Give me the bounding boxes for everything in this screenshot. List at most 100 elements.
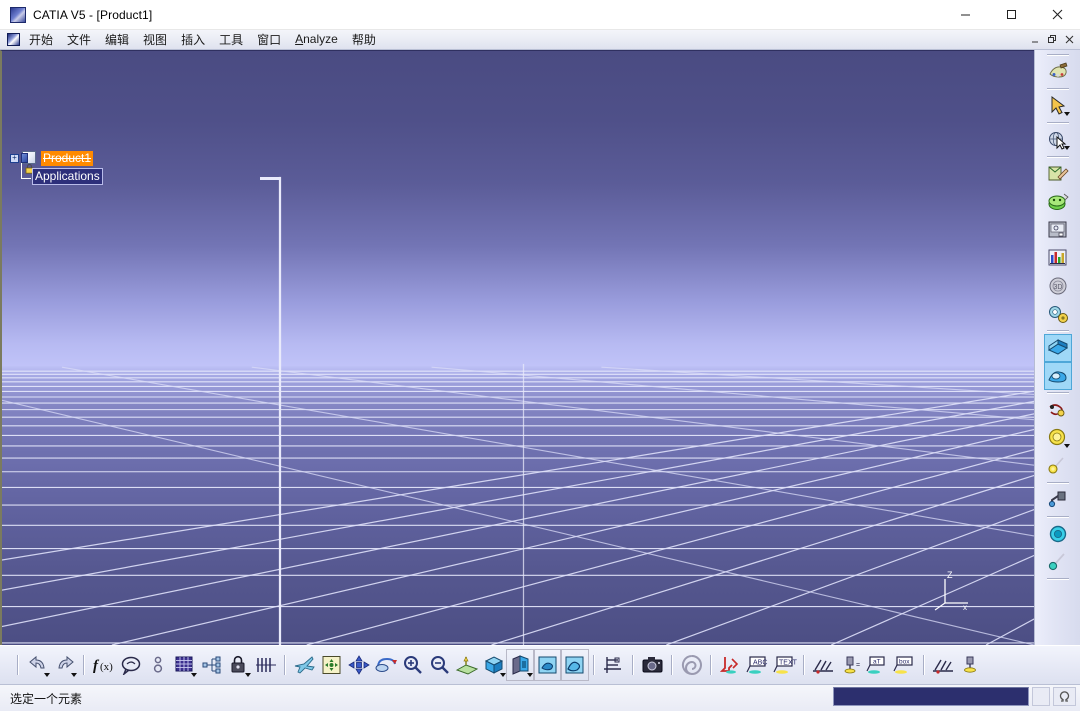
title-bar: CATIA V5 - [Product1]	[0, 0, 1080, 30]
fit-all-in-button[interactable]	[318, 650, 345, 680]
mdi-restore-button[interactable]	[1044, 31, 1061, 48]
fly-mode-button[interactable]	[291, 650, 318, 680]
toolbar-separator	[1046, 122, 1069, 124]
swap-visible-space-button[interactable]	[639, 650, 666, 680]
line-icon[interactable]	[1045, 549, 1071, 575]
zoom-in-button[interactable]	[399, 650, 426, 680]
minimize-button[interactable]	[942, 0, 988, 29]
chevron-down-icon[interactable]	[1063, 146, 1070, 150]
undo-button[interactable]	[24, 650, 51, 680]
toolbar-separator	[284, 655, 286, 675]
catalog-browser-button[interactable]	[810, 650, 837, 680]
menu-help[interactable]: 帮助	[345, 30, 383, 50]
toolbar-separator	[923, 655, 925, 675]
mdi-minimize-button[interactable]	[1027, 31, 1044, 48]
right-toolbar: 3D	[1034, 50, 1080, 645]
analysis-tools-button[interactable]	[930, 650, 957, 680]
shading-with-edges-icon[interactable]	[1043, 334, 1072, 362]
power-input-button[interactable]: =	[837, 650, 864, 680]
select-arrow-icon[interactable]	[1045, 93, 1071, 119]
apply-scene-button[interactable]	[678, 650, 705, 680]
maximize-button[interactable]	[988, 0, 1034, 29]
part-design-icon[interactable]	[1045, 189, 1071, 215]
formula-button[interactable]: f (x)	[90, 650, 117, 680]
measure-between-icon[interactable]	[1045, 397, 1071, 423]
lock-button[interactable]	[225, 650, 252, 680]
zoom-out-button[interactable]	[426, 650, 453, 680]
chevron-down-icon[interactable]	[245, 673, 251, 677]
chevron-down-icon[interactable]	[500, 673, 506, 677]
catia-start-icon[interactable]	[7, 33, 20, 46]
rotate-button[interactable]	[372, 650, 399, 680]
chevron-down-icon[interactable]	[1063, 444, 1070, 448]
flag-note-button[interactable]: box	[891, 650, 918, 680]
catia-logo-icon	[10, 6, 26, 23]
dmu-navigator-icon[interactable]: 3D	[1045, 273, 1071, 299]
svg-text:aT: aT	[873, 659, 881, 666]
status-bar: 选定一个元素	[0, 684, 1080, 711]
menu-file[interactable]: 文件	[60, 30, 98, 50]
design-table-button[interactable]	[171, 650, 198, 680]
menu-tools[interactable]: 工具	[212, 30, 250, 50]
tree-item-applications[interactable]: Applications	[32, 168, 103, 185]
mdi-close-button[interactable]	[1061, 31, 1078, 48]
window-title: CATIA V5 - [Product1]	[33, 7, 153, 22]
drafting-icon[interactable]	[1045, 217, 1071, 243]
comment-button[interactable]	[117, 650, 144, 680]
tree-expander-icon[interactable]: +	[10, 153, 19, 163]
menu-edit[interactable]: 编辑	[98, 30, 136, 50]
menu-window[interactable]: 窗口	[250, 30, 288, 50]
shading-button[interactable]	[533, 649, 562, 681]
analysis-chart-icon[interactable]	[1045, 245, 1071, 271]
window-controls	[942, 0, 1080, 29]
parameter-button[interactable]	[144, 650, 171, 680]
normal-view-button[interactable]	[453, 650, 480, 680]
create-multiview-button[interactable]	[717, 650, 744, 680]
menu-analyze[interactable]: Analyze	[288, 31, 345, 48]
knowledge-advisor-icon[interactable]	[1045, 301, 1071, 327]
chevron-down-icon[interactable]	[71, 673, 77, 677]
tree-branch-line	[21, 163, 31, 179]
specification-tree: + Product1 Applications	[10, 149, 103, 185]
apply-material-icon[interactable]	[1045, 59, 1071, 85]
close-button[interactable]	[1034, 0, 1080, 29]
tia-tool-button[interactable]	[957, 650, 984, 680]
menu-view[interactable]: 视图	[136, 30, 174, 50]
pan-button[interactable]	[345, 650, 372, 680]
toolbar-separator	[671, 655, 673, 675]
chevron-down-icon[interactable]	[44, 673, 50, 677]
measure-item-icon[interactable]	[1045, 425, 1071, 451]
menu-start[interactable]: 开始	[22, 30, 60, 50]
view-mode-button[interactable]	[506, 649, 535, 681]
svg-text:TEXT: TEXT	[779, 660, 797, 667]
3d-viewport[interactable]: + Product1 Applications Z x	[0, 50, 1034, 645]
isometric-view-button[interactable]	[480, 650, 507, 680]
hide-show-button[interactable]	[600, 650, 627, 680]
shading-icon[interactable]	[1043, 362, 1072, 390]
help-omega-icon[interactable]	[1053, 687, 1076, 706]
redo-button[interactable]	[51, 650, 78, 680]
text-with-leader-button[interactable]: aT	[864, 650, 891, 680]
tree-item-product1[interactable]: Product1	[41, 150, 94, 166]
point-icon[interactable]	[1045, 521, 1071, 547]
toolbar-separator	[83, 655, 85, 675]
measure-inertia-icon[interactable]	[1045, 453, 1071, 479]
annotation-flag-button[interactable]: TEXT	[771, 650, 798, 680]
chevron-down-icon[interactable]	[191, 673, 197, 677]
menu-insert[interactable]: 插入	[174, 30, 212, 50]
measure-dim-button[interactable]	[252, 650, 279, 680]
power-input-field[interactable]	[833, 687, 1029, 706]
hide-show-icon[interactable]	[1045, 487, 1071, 513]
toolbar-separator	[710, 655, 712, 675]
sketcher-icon[interactable]	[1045, 161, 1071, 187]
select-globe-icon[interactable]	[1045, 127, 1071, 153]
mdi-window-controls	[1027, 30, 1078, 49]
chevron-down-icon[interactable]	[527, 673, 533, 677]
annotation-text-button[interactable]: ABC	[744, 650, 771, 680]
menu-analyze-rest: nalyze	[303, 32, 338, 46]
tree-applications-row[interactable]: Applications	[21, 168, 103, 185]
shading-edges-button[interactable]	[560, 649, 589, 681]
toolbar-separator	[1046, 330, 1069, 332]
chevron-down-icon[interactable]	[1063, 112, 1070, 116]
relations-button[interactable]	[198, 650, 225, 680]
